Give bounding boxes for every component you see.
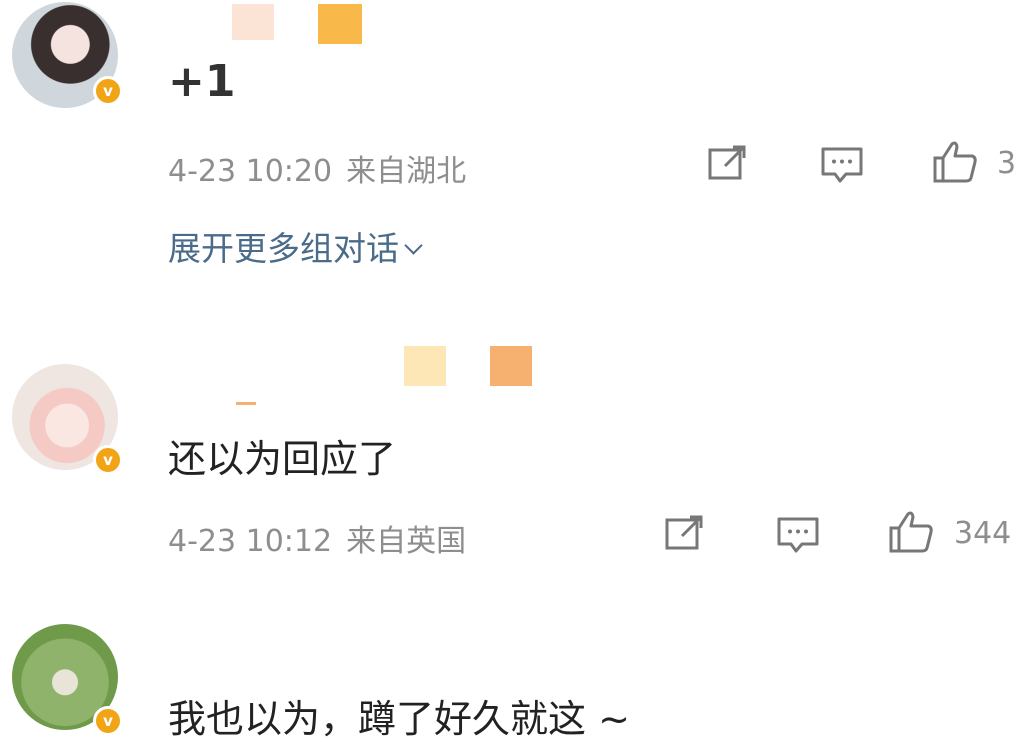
username[interactable]	[232, 4, 362, 44]
verified-badge-icon: v	[93, 76, 123, 106]
comment-location: 来自英国	[346, 524, 467, 559]
share-button[interactable]	[707, 144, 749, 182]
comment-date: 4-23 10:12	[168, 524, 333, 559]
thumbs-up-icon	[933, 141, 977, 183]
like-count: 344	[954, 516, 1012, 551]
comment-button[interactable]	[776, 516, 820, 554]
expand-label: 展开更多组对话	[168, 229, 399, 268]
share-button[interactable]	[664, 514, 706, 552]
comment-text: +1	[168, 56, 236, 107]
comment-icon	[821, 147, 863, 183]
comment-location: 来自湖北	[346, 154, 467, 189]
comment-button[interactable]	[820, 146, 864, 184]
comment-text: 还以为回应了	[168, 437, 397, 481]
share-icon	[665, 515, 703, 550]
expand-conversation-link[interactable]: 展开更多组对话	[168, 222, 423, 270]
verified-badge-icon: v	[93, 706, 123, 736]
comment-icon	[777, 517, 819, 553]
share-icon	[708, 145, 746, 180]
like-button[interactable]	[888, 510, 934, 554]
username[interactable]	[236, 346, 532, 406]
comment-meta: 4-23 10:20 来自湖北	[168, 146, 466, 190]
thumbs-up-icon	[889, 511, 933, 553]
like-count: 3	[997, 146, 1017, 181]
verified-badge-icon: v	[93, 445, 123, 475]
chevron-down-icon	[404, 236, 423, 255]
comment-meta: 4-23 10:12 来自英国	[168, 516, 466, 560]
like-button[interactable]	[932, 140, 978, 184]
comment-text: 我也以为，蹲了好久就这 ~	[168, 697, 630, 741]
comment-date: 4-23 10:20	[168, 154, 333, 189]
